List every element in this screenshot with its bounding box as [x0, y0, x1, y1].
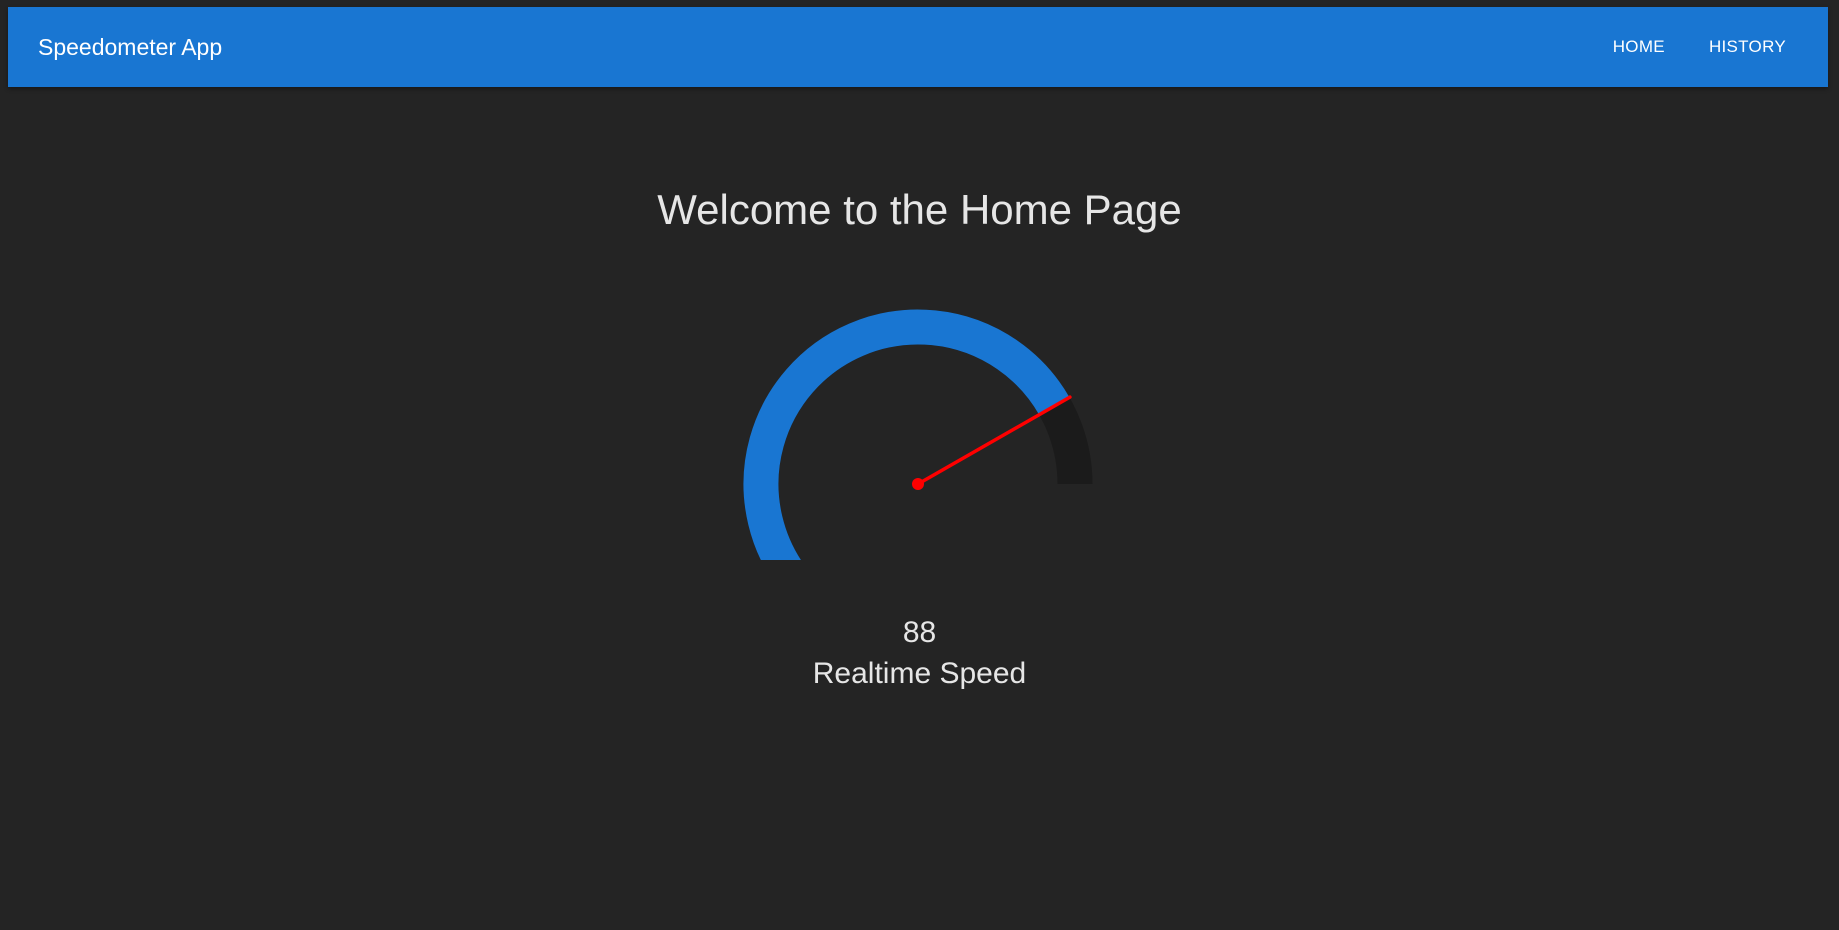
gauge-fill — [743, 309, 1070, 560]
app-title: Speedometer App — [38, 33, 223, 60]
speed-label: Realtime Speed — [812, 657, 1027, 690]
nav-home-button[interactable]: HOME — [1601, 29, 1677, 65]
speed-gauge — [735, 300, 1101, 560]
app-bar: Speedometer App HOME HISTORY — [8, 7, 1828, 87]
gauge-svg — [743, 309, 1093, 560]
gauge-needle-hub — [912, 478, 924, 490]
nav-history-button[interactable]: HISTORY — [1697, 29, 1798, 65]
gauge-needle — [916, 395, 1072, 486]
top-nav: HOME HISTORY — [1601, 29, 1798, 65]
page-title: Welcome to the Home Page — [657, 186, 1182, 233]
speed-value: 88 — [902, 616, 937, 649]
